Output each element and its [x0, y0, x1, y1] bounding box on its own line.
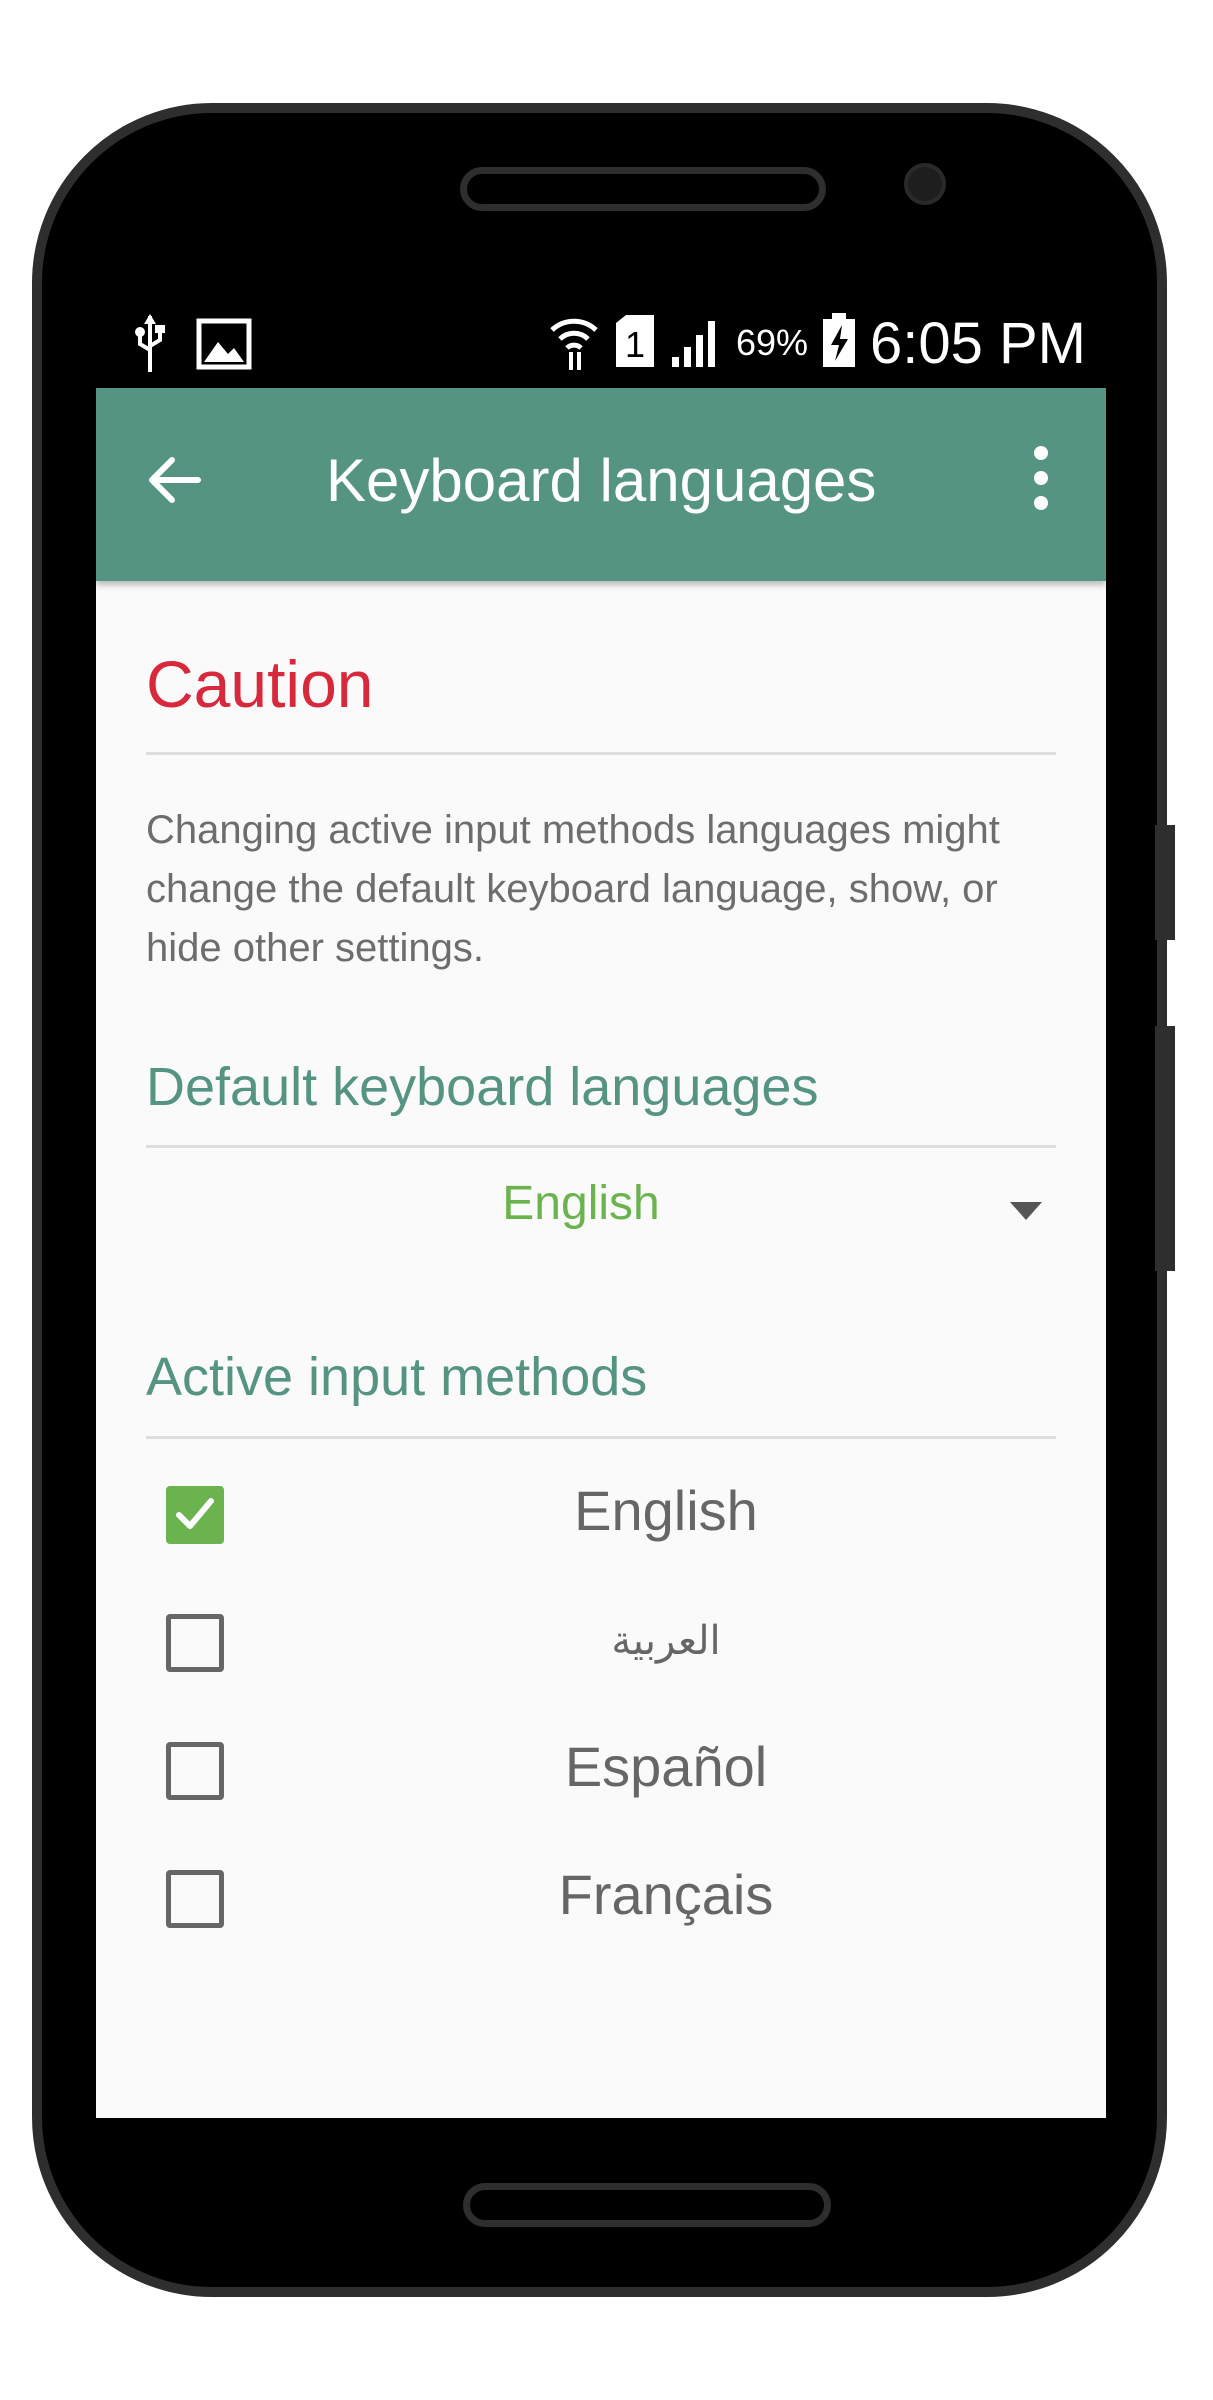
clock: 6:05 PM [870, 310, 1086, 376]
sim-icon: 1 [614, 313, 656, 373]
list-item-english[interactable]: English [146, 1466, 1056, 1566]
default-keyboard-heading: Default keyboard languages [146, 1057, 819, 1117]
caution-heading: Caution [146, 647, 374, 721]
language-label: العربية [611, 1619, 721, 1663]
signal-icon [670, 313, 722, 373]
app-bar: Keyboard languages [96, 388, 1106, 581]
checkbox[interactable] [166, 1870, 224, 1928]
battery-percent: 69% [735, 322, 808, 363]
page-title: Keyboard languages [326, 447, 877, 514]
volume-button[interactable] [1155, 1026, 1175, 1271]
battery-icon [822, 313, 856, 373]
divider [146, 1436, 1056, 1439]
default-language-dropdown[interactable]: English [146, 1166, 1056, 1266]
list-item-arabic[interactable]: العربية [146, 1594, 1056, 1694]
image-icon [196, 318, 252, 374]
svg-text:1: 1 [625, 324, 645, 365]
language-label: Español [564, 1735, 768, 1798]
divider [146, 752, 1056, 755]
list-item-spanish[interactable]: Español [146, 1722, 1056, 1822]
language-label: English [574, 1479, 758, 1542]
checkbox[interactable] [166, 1742, 224, 1800]
screen: 1 69% 6:05 PM Keyboard languages Caution… [96, 300, 1106, 2118]
list-item-french[interactable]: Français [146, 1850, 1056, 1950]
speaker-grille [460, 167, 826, 211]
caution-text: Changing active input methods languages … [146, 808, 1000, 970]
power-button[interactable] [1155, 825, 1175, 940]
dropdown-selected-value: English [502, 1177, 660, 1230]
status-bar: 1 69% 6:05 PM [96, 300, 1106, 388]
more-vert-icon[interactable] [1026, 443, 1056, 513]
active-methods-heading: Active input methods [146, 1347, 648, 1407]
home-button[interactable] [463, 2183, 831, 2227]
checkbox[interactable] [166, 1614, 224, 1672]
dropdown-arrow-icon [1010, 1202, 1042, 1220]
arrow-left-icon[interactable] [144, 450, 204, 510]
usb-icon [132, 314, 168, 378]
language-label: Français [558, 1863, 774, 1926]
checkbox-checked[interactable] [166, 1486, 224, 1544]
divider [146, 1145, 1056, 1148]
front-camera [904, 163, 946, 205]
wifi-icon [548, 310, 600, 376]
